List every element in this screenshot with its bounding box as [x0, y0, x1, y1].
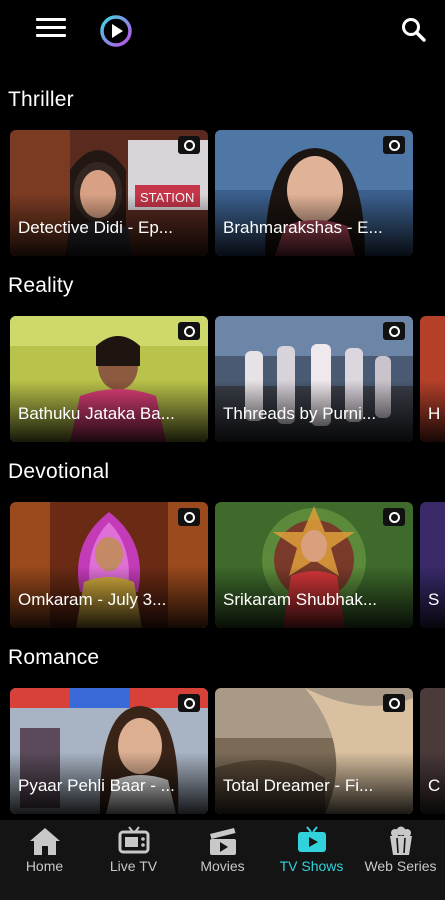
show-title: Pyaar Pehli Baar - ...: [18, 776, 175, 795]
carousel-row[interactable]: Omkaram - July 3... Srikaram Shubhak... …: [0, 502, 445, 628]
show-card[interactable]: H: [420, 316, 445, 442]
show-card[interactable]: Brahmarakshas - E...: [215, 130, 413, 256]
nav-movies[interactable]: Movies: [178, 820, 267, 900]
provider-badge-icon: [383, 136, 405, 154]
section-title: Thriller: [8, 88, 74, 111]
show-title: C: [428, 776, 441, 795]
top-app-bar: [0, 0, 445, 62]
nav-label: Web Series: [364, 858, 437, 874]
hamburger-menu-icon[interactable]: [36, 18, 66, 42]
provider-badge-icon: [383, 694, 405, 712]
nav-label: Home: [25, 858, 64, 874]
carousel-row[interactable]: Pyaar Pehli Baar - ... Total Dreamer - F…: [0, 688, 445, 814]
show-card[interactable]: Bathuku Jataka Ba...: [10, 316, 208, 442]
tv-icon: [118, 826, 149, 854]
clapperboard-icon: [209, 828, 236, 855]
show-card[interactable]: STATION Detective Didi - Ep...: [10, 130, 208, 256]
section-title: Romance: [8, 646, 100, 669]
provider-badge-icon: [178, 694, 200, 712]
show-card[interactable]: S: [420, 502, 445, 628]
provider-badge-icon: [178, 508, 200, 526]
show-card[interactable]: Srikaram Shubhak...: [215, 502, 413, 628]
show-title: Total Dreamer - Fi...: [223, 776, 374, 795]
play-logo-icon[interactable]: [99, 14, 133, 48]
show-card[interactable]: Thhreads by Purni...: [215, 316, 413, 442]
provider-badge-icon: [383, 508, 405, 526]
show-card[interactable]: Omkaram - July 3...: [10, 502, 208, 628]
show-title: H: [428, 404, 441, 423]
search-icon[interactable]: [400, 16, 428, 44]
tv-shows-icon: [297, 826, 326, 852]
bottom-navigation: Home Live TV Movies TV Shows Web Series: [0, 820, 445, 900]
carousel-row[interactable]: STATION Detective Didi - Ep... Brahmarak…: [0, 130, 445, 256]
show-title: S: [428, 590, 440, 609]
nav-home[interactable]: Home: [0, 820, 89, 900]
home-icon: [29, 828, 60, 855]
section-title: Reality: [8, 274, 74, 297]
nav-label: Live TV: [109, 858, 158, 874]
nav-label: TV Shows: [279, 858, 344, 874]
popcorn-icon: [389, 826, 412, 855]
show-card[interactable]: C: [420, 688, 445, 814]
provider-badge-icon: [178, 136, 200, 154]
show-title: Bathuku Jataka Ba...: [18, 404, 175, 423]
show-card[interactable]: Total Dreamer - Fi...: [215, 688, 413, 814]
nav-web-series[interactable]: Web Series: [356, 820, 445, 900]
nav-label: Movies: [200, 858, 245, 874]
carousel-row[interactable]: Bathuku Jataka Ba... Thhreads by Purni..…: [0, 316, 445, 442]
nav-live-tv[interactable]: Live TV: [89, 820, 178, 900]
show-title: Srikaram Shubhak...: [223, 590, 378, 609]
show-title: Brahmarakshas - E...: [223, 218, 383, 237]
show-title: Detective Didi - Ep...: [18, 218, 173, 237]
section-title: Devotional: [8, 460, 110, 483]
provider-badge-icon: [383, 322, 405, 340]
show-title: Thhreads by Purni...: [223, 404, 377, 423]
show-card[interactable]: Pyaar Pehli Baar - ...: [10, 688, 208, 814]
provider-badge-icon: [178, 322, 200, 340]
show-title: Omkaram - July 3...: [18, 590, 167, 609]
nav-tv-shows[interactable]: TV Shows: [267, 820, 356, 900]
